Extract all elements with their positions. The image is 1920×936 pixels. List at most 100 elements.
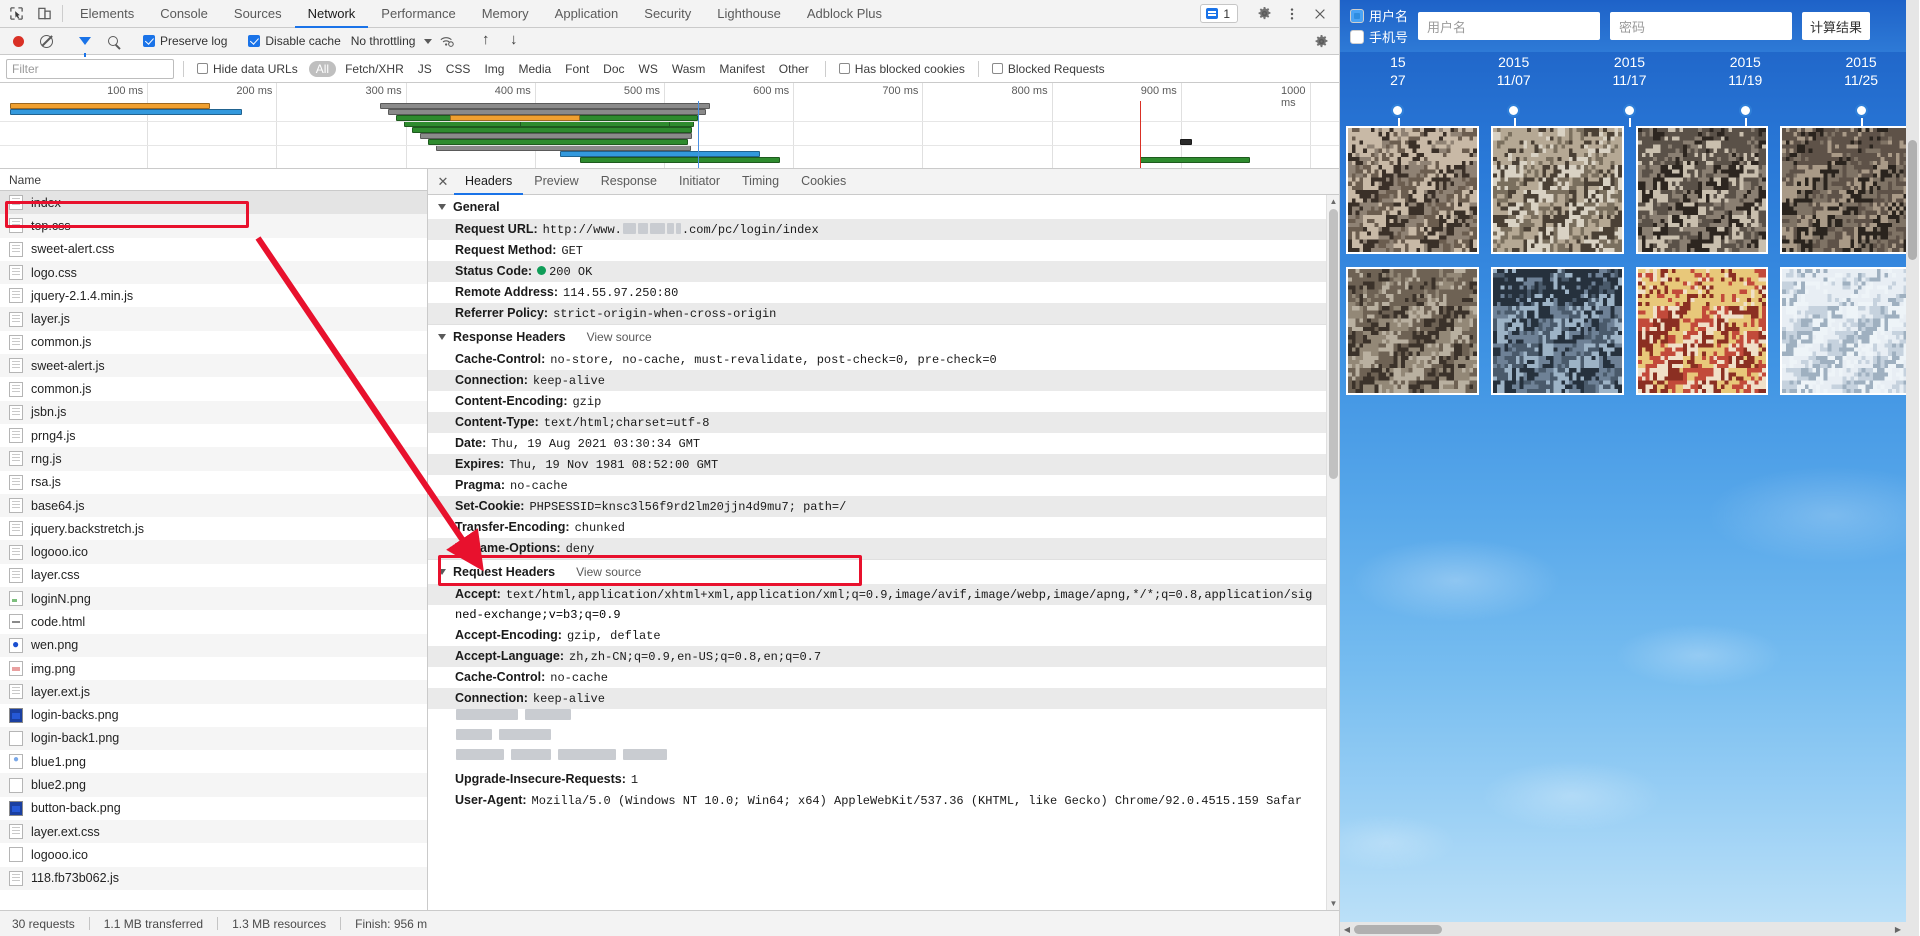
table-row[interactable]: rsa.js xyxy=(0,471,427,494)
scroll-thumb[interactable] xyxy=(1329,209,1338,479)
filter-input[interactable]: Filter xyxy=(6,59,174,79)
list-item[interactable] xyxy=(1485,122,1630,263)
table-row[interactable]: jsbn.js xyxy=(0,401,427,424)
scroll-thumb[interactable] xyxy=(1354,925,1442,934)
page-horizontal-scrollbar[interactable]: ◀ ▶ xyxy=(1340,922,1919,936)
calculate-result-button[interactable]: 计算结果 xyxy=(1802,12,1870,40)
more-options-icon[interactable] xyxy=(1279,3,1305,25)
record-button[interactable] xyxy=(5,30,31,52)
table-row[interactable]: blue2.png xyxy=(0,773,427,796)
table-row[interactable]: prng4.js xyxy=(0,424,427,447)
requests-list[interactable]: index top.css sweet-alert.css logo.css jquer… xyxy=(0,191,427,910)
view-source-link[interactable]: View source xyxy=(576,565,641,579)
type-filter-font[interactable]: Font xyxy=(558,62,596,76)
network-settings-gear-icon[interactable] xyxy=(1308,30,1334,52)
table-row[interactable]: button-back.png xyxy=(0,797,427,820)
tab-adblock-plus[interactable]: Adblock Plus xyxy=(794,0,895,28)
table-row[interactable]: blue1.png xyxy=(0,750,427,773)
table-row[interactable]: sweet-alert.js xyxy=(0,354,427,377)
list-item[interactable] xyxy=(1774,122,1919,263)
has-blocked-cookies-checkbox[interactable]: Has blocked cookies xyxy=(835,62,969,76)
type-filter-css[interactable]: CSS xyxy=(439,62,478,76)
type-filter-other[interactable]: Other xyxy=(772,62,816,76)
password-input[interactable]: 密码 xyxy=(1610,12,1792,40)
table-row[interactable]: top.css xyxy=(0,214,427,237)
table-row[interactable]: jquery.backstretch.js xyxy=(0,517,427,540)
timeline-pin[interactable] xyxy=(1572,104,1688,122)
timeline-pin[interactable] xyxy=(1340,104,1456,122)
detail-tab-response[interactable]: Response xyxy=(590,169,668,195)
detail-tab-headers[interactable]: Headers xyxy=(454,169,523,195)
export-har-button[interactable] xyxy=(501,30,527,52)
table-row[interactable]: logo.css xyxy=(0,261,427,284)
radio-username[interactable]: 用户名 xyxy=(1350,6,1408,25)
network-overview-timeline[interactable]: 100 ms 200 ms 300 ms 400 ms 500 ms 600 ms 700 … xyxy=(0,83,1339,169)
tab-performance[interactable]: Performance xyxy=(368,0,468,28)
scroll-thumb[interactable] xyxy=(1908,140,1917,260)
blocked-requests-checkbox[interactable]: Blocked Requests xyxy=(988,62,1109,76)
tab-application[interactable]: Application xyxy=(542,0,632,28)
timeline-pin[interactable] xyxy=(1803,104,1919,122)
section-response-headers[interactable]: Response Headers View source xyxy=(428,324,1339,349)
scroll-down-arrow[interactable]: ▼ xyxy=(1327,897,1339,910)
section-request-headers[interactable]: Request Headers View source xyxy=(428,559,1339,584)
network-conditions-button[interactable] xyxy=(434,30,460,52)
table-row[interactable]: rng.js xyxy=(0,447,427,470)
type-filter-wasm[interactable]: Wasm xyxy=(665,62,713,76)
tab-memory[interactable]: Memory xyxy=(469,0,542,28)
table-row[interactable]: common.js xyxy=(0,331,427,354)
filter-toggle-button[interactable] xyxy=(72,30,98,52)
table-row[interactable]: logooo.ico xyxy=(0,540,427,563)
import-har-button[interactable] xyxy=(473,30,499,52)
table-row[interactable]: login-backs.png xyxy=(0,704,427,727)
table-row[interactable]: layer.js xyxy=(0,307,427,330)
list-item[interactable] xyxy=(1340,122,1485,263)
photo-card-grid[interactable] xyxy=(1340,122,1919,404)
type-filter-doc[interactable]: Doc xyxy=(596,62,631,76)
detail-tab-preview[interactable]: Preview xyxy=(523,169,589,195)
details-scrollbar[interactable]: ▲ ▼ xyxy=(1326,195,1339,910)
type-filter-manifest[interactable]: Manifest xyxy=(712,62,771,76)
view-source-link[interactable]: View source xyxy=(587,330,652,344)
tab-security[interactable]: Security xyxy=(631,0,704,28)
detail-tab-cookies[interactable]: Cookies xyxy=(790,169,857,195)
timeline-pin[interactable] xyxy=(1456,104,1572,122)
scroll-up-arrow[interactable]: ▲ xyxy=(1327,195,1339,208)
message-count-badge[interactable]: 1 xyxy=(1200,4,1238,23)
section-general-header[interactable]: General xyxy=(428,195,1339,219)
search-button[interactable] xyxy=(100,30,126,52)
scroll-right-arrow[interactable]: ▶ xyxy=(1891,925,1905,934)
table-row[interactable]: layer.css xyxy=(0,564,427,587)
type-filter-fetch-xhr[interactable]: Fetch/XHR xyxy=(338,62,411,76)
table-row[interactable]: base64.js xyxy=(0,494,427,517)
table-row[interactable]: 118.fb73b062.js xyxy=(0,867,427,890)
detail-tab-initiator[interactable]: Initiator xyxy=(668,169,731,195)
page-vertical-scrollbar[interactable] xyxy=(1906,0,1919,936)
inspect-element-icon[interactable] xyxy=(2,0,30,27)
scroll-left-arrow[interactable]: ◀ xyxy=(1340,925,1354,934)
tab-sources[interactable]: Sources xyxy=(221,0,295,28)
type-filter-all[interactable]: All xyxy=(309,61,336,77)
list-item[interactable] xyxy=(1485,263,1630,404)
list-item[interactable] xyxy=(1774,263,1919,404)
table-row[interactable]: index xyxy=(0,191,427,214)
list-item[interactable] xyxy=(1340,263,1485,404)
tab-console[interactable]: Console xyxy=(147,0,221,28)
table-row[interactable]: layer.ext.css xyxy=(0,820,427,843)
type-filter-img[interactable]: Img xyxy=(477,62,511,76)
clear-button[interactable] xyxy=(33,30,59,52)
device-toolbar-icon[interactable] xyxy=(30,0,58,27)
list-item[interactable] xyxy=(1630,263,1775,404)
table-row[interactable]: common.js xyxy=(0,377,427,400)
table-row[interactable]: logooo.ico xyxy=(0,843,427,866)
tab-network[interactable]: Network xyxy=(295,0,369,28)
tab-lighthouse[interactable]: Lighthouse xyxy=(704,0,794,28)
table-row[interactable]: img.png xyxy=(0,657,427,680)
table-row[interactable]: login-back1.png xyxy=(0,727,427,750)
disable-cache-checkbox[interactable]: Disable cache xyxy=(244,34,344,48)
type-filter-media[interactable]: Media xyxy=(511,62,558,76)
tab-elements[interactable]: Elements xyxy=(67,0,147,28)
table-row[interactable]: layer.ext.js xyxy=(0,680,427,703)
preserve-log-checkbox[interactable]: Preserve log xyxy=(139,34,231,48)
type-filter-ws[interactable]: WS xyxy=(632,62,665,76)
